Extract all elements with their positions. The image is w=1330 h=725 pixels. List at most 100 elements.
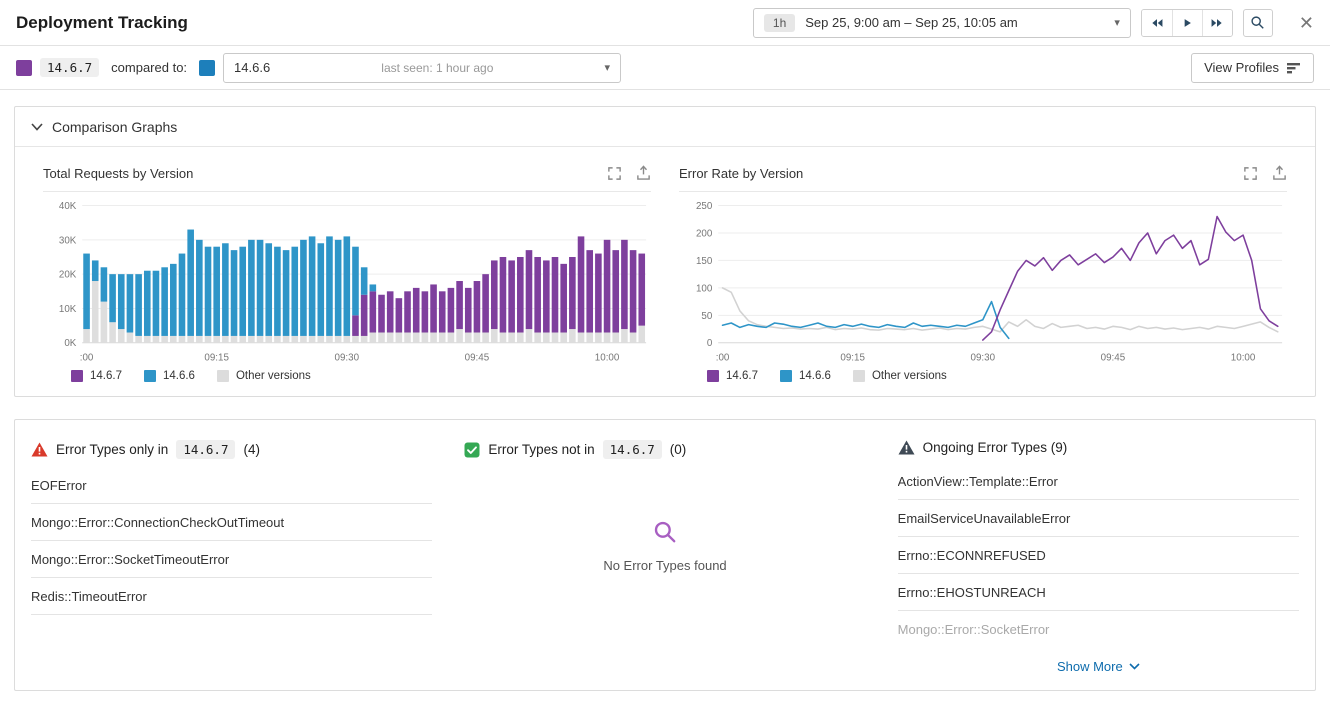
profiles-icon bbox=[1287, 62, 1300, 73]
chevron-down-icon bbox=[1129, 663, 1140, 670]
version-compare-bar: 14.6.7 compared to: 14.6.6 last seen: 1 … bbox=[0, 46, 1330, 90]
version-badge: 14.6.7 bbox=[602, 440, 662, 459]
show-more-button[interactable]: Show More bbox=[898, 647, 1299, 674]
errors-ongoing-header: Ongoing Error Types (9) bbox=[898, 430, 1299, 463]
chart-title: Error Rate by Version bbox=[679, 165, 804, 181]
svg-text:50: 50 bbox=[701, 311, 712, 322]
chart-title: Total Requests by Version bbox=[43, 165, 194, 181]
view-profiles-button[interactable]: View Profiles bbox=[1191, 52, 1314, 83]
svg-text:09:15: 09:15 bbox=[840, 352, 865, 363]
error-type-item: Errno::ECONNREFUSED bbox=[897, 537, 1299, 574]
main-content: Comparison Graphs Total Requests by Vers… bbox=[0, 90, 1330, 691]
svg-text:0: 0 bbox=[707, 338, 713, 349]
warning-dark-icon bbox=[898, 440, 915, 455]
magnifier-icon bbox=[1251, 16, 1265, 29]
legend-item[interactable]: Other versions bbox=[216, 370, 311, 382]
legend-item[interactable]: 14.6.7 bbox=[71, 370, 122, 382]
error-type-item: EmailServiceUnavailableError bbox=[897, 500, 1299, 537]
time-range-picker[interactable]: 1h Sep 25, 9:00 am – Sep 25, 10:05 am ▾ bbox=[752, 7, 1131, 38]
legend-item[interactable]: 14.6.6 bbox=[143, 370, 195, 382]
last-seen-label: last seen: 1 hour ago bbox=[381, 60, 494, 75]
show-more-label: Show More bbox=[1056, 659, 1123, 674]
error-type-item: Errno::EHOSTUNREACH bbox=[897, 574, 1299, 611]
svg-text:200: 200 bbox=[696, 228, 713, 239]
expand-icon[interactable] bbox=[1243, 166, 1258, 181]
svg-text:40K: 40K bbox=[59, 201, 77, 212]
primary-version-badge: 14.6.7 bbox=[40, 58, 100, 77]
ongoing-list: ActionView::Template::Error EmailServiceU… bbox=[897, 463, 1299, 647]
close-button[interactable]: ✕ bbox=[1299, 14, 1314, 32]
legend-item[interactable]: 14.6.7 bbox=[707, 370, 758, 382]
warning-red-icon bbox=[31, 442, 48, 457]
svg-text:30K: 30K bbox=[59, 235, 77, 246]
total-requests-chart[interactable]: 0K 10K 20K 30K 40K :00 09:15 09:30 09:45 10:00 bbox=[43, 196, 651, 368]
svg-text:09:45: 09:45 bbox=[1101, 352, 1126, 363]
svg-text:09:30: 09:30 bbox=[335, 352, 360, 363]
svg-text:100: 100 bbox=[696, 283, 713, 294]
export-icon[interactable] bbox=[636, 165, 651, 181]
comparison-graphs-panel: Comparison Graphs Total Requests by Vers… bbox=[14, 106, 1316, 397]
skip-forward-button[interactable] bbox=[1201, 9, 1232, 36]
primary-version-swatch bbox=[16, 59, 32, 76]
error-rate-chart[interactable]: 0 50 100 150 200 250:00 09:15 09:30 09:45 10:00 bbox=[679, 196, 1287, 368]
error-type-item: Mongo::Error::SocketTimeoutError bbox=[31, 541, 433, 578]
time-nav-group bbox=[1140, 8, 1233, 37]
play-button[interactable] bbox=[1171, 9, 1202, 36]
skip-forward-icon bbox=[1211, 18, 1223, 27]
time-range-label: Sep 25, 9:00 am – Sep 25, 10:05 am bbox=[805, 15, 1018, 30]
skip-back-icon bbox=[1152, 18, 1163, 27]
comparison-graphs-header[interactable]: Comparison Graphs bbox=[15, 107, 1315, 147]
error-type-item: ActionView::Template::Error bbox=[897, 463, 1299, 500]
selected-version: 14.6.6 bbox=[234, 60, 271, 75]
svg-text:10:00: 10:00 bbox=[1231, 352, 1256, 363]
errors-only-in-title: Error Types only in bbox=[56, 442, 169, 457]
total-requests-chart-card: Total Requests by Version 0K 10K 20K 30K 40K… bbox=[29, 159, 665, 390]
errors-not-in-header: Error Types not in 14.6.7 (0) bbox=[464, 430, 865, 467]
error-type-item: Redis::TimeoutError bbox=[31, 578, 433, 615]
magnifier-icon bbox=[654, 521, 676, 543]
compare-version-select[interactable]: 14.6.6 last seen: 1 hour ago ▾ bbox=[223, 52, 622, 83]
errors-not-in-count: (0) bbox=[669, 442, 687, 457]
empty-state: No Error Types found bbox=[464, 519, 865, 573]
topbar-controls: 1h Sep 25, 9:00 am – Sep 25, 10:05 am ▾ … bbox=[752, 7, 1314, 38]
errors-ongoing-title: Ongoing Error Types (9) bbox=[922, 440, 1068, 455]
chart-actions bbox=[1243, 165, 1287, 181]
svg-text::00: :00 bbox=[716, 352, 730, 363]
skip-back-button[interactable] bbox=[1141, 9, 1172, 36]
only-in-list: EOFError Mongo::Error::ConnectionCheckOut… bbox=[31, 467, 433, 615]
svg-text:10:00: 10:00 bbox=[595, 352, 620, 363]
svg-text:20K: 20K bbox=[59, 270, 77, 281]
errors-only-in-column: Error Types only in 14.6.7 (4) EOFError M… bbox=[31, 430, 433, 674]
errors-not-in-title: Error Types not in bbox=[488, 442, 595, 457]
page-title: Deployment Tracking bbox=[16, 12, 188, 32]
chevron-down-icon bbox=[31, 122, 43, 131]
error-type-item: EOFError bbox=[31, 467, 433, 504]
expand-icon[interactable] bbox=[607, 166, 622, 181]
svg-text:0K: 0K bbox=[64, 338, 76, 349]
errors-only-in-header: Error Types only in 14.6.7 (4) bbox=[31, 430, 432, 467]
errors-not-in-column: Error Types not in 14.6.7 (0) No Error T… bbox=[464, 430, 865, 674]
chart-actions bbox=[607, 165, 651, 181]
legend-item[interactable]: Other versions bbox=[852, 370, 947, 382]
error-rate-chart-card: Error Rate by Version 0 50 100 150 200 250:00… bbox=[665, 159, 1301, 390]
error-type-item: Mongo::Error::ConnectionCheckOutTimeout bbox=[31, 504, 433, 541]
duration-badge: 1h bbox=[763, 13, 796, 32]
play-icon bbox=[1185, 18, 1192, 27]
empty-state-text: No Error Types found bbox=[603, 558, 727, 573]
comparison-graphs-title: Comparison Graphs bbox=[52, 118, 178, 135]
svg-text:10K: 10K bbox=[59, 304, 77, 315]
error-type-item: Mongo::Error::SocketError bbox=[897, 622, 1050, 637]
svg-text:250: 250 bbox=[696, 201, 713, 212]
errors-ongoing-column: Ongoing Error Types (9) ActionView::Temp… bbox=[897, 430, 1299, 674]
svg-text:09:15: 09:15 bbox=[204, 352, 229, 363]
zoom-search-button[interactable] bbox=[1242, 8, 1273, 37]
errors-only-in-count: (4) bbox=[243, 442, 260, 457]
chart-header: Error Rate by Version bbox=[679, 159, 1287, 192]
export-icon[interactable] bbox=[1272, 165, 1287, 181]
legend-item[interactable]: 14.6.6 bbox=[779, 370, 831, 382]
secondary-version-swatch bbox=[199, 59, 216, 76]
version-badge: 14.6.7 bbox=[176, 440, 236, 459]
svg-text:09:45: 09:45 bbox=[465, 352, 490, 363]
svg-text::00: :00 bbox=[80, 352, 94, 363]
error-rate-legend: 14.6.7 14.6.6 Other versions bbox=[679, 368, 1287, 390]
